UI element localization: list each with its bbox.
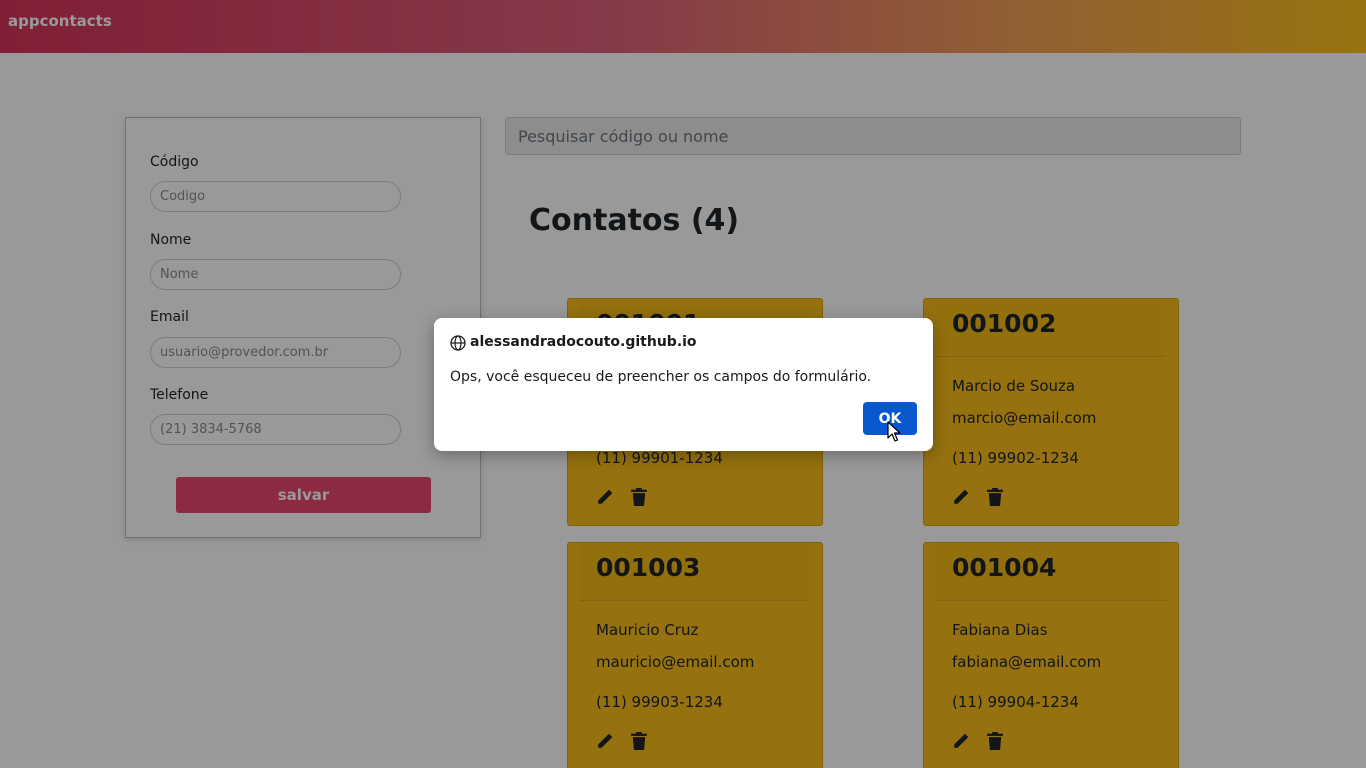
dialog-message: Ops, você esqueceu de preencher os campo…	[450, 369, 872, 385]
globe-icon	[450, 335, 466, 351]
dialog-origin: alessandradocouto.github.io	[470, 334, 697, 350]
alert-dialog: alessandradocouto.github.io Ops, você es…	[434, 318, 933, 451]
cursor-icon	[887, 421, 901, 442]
